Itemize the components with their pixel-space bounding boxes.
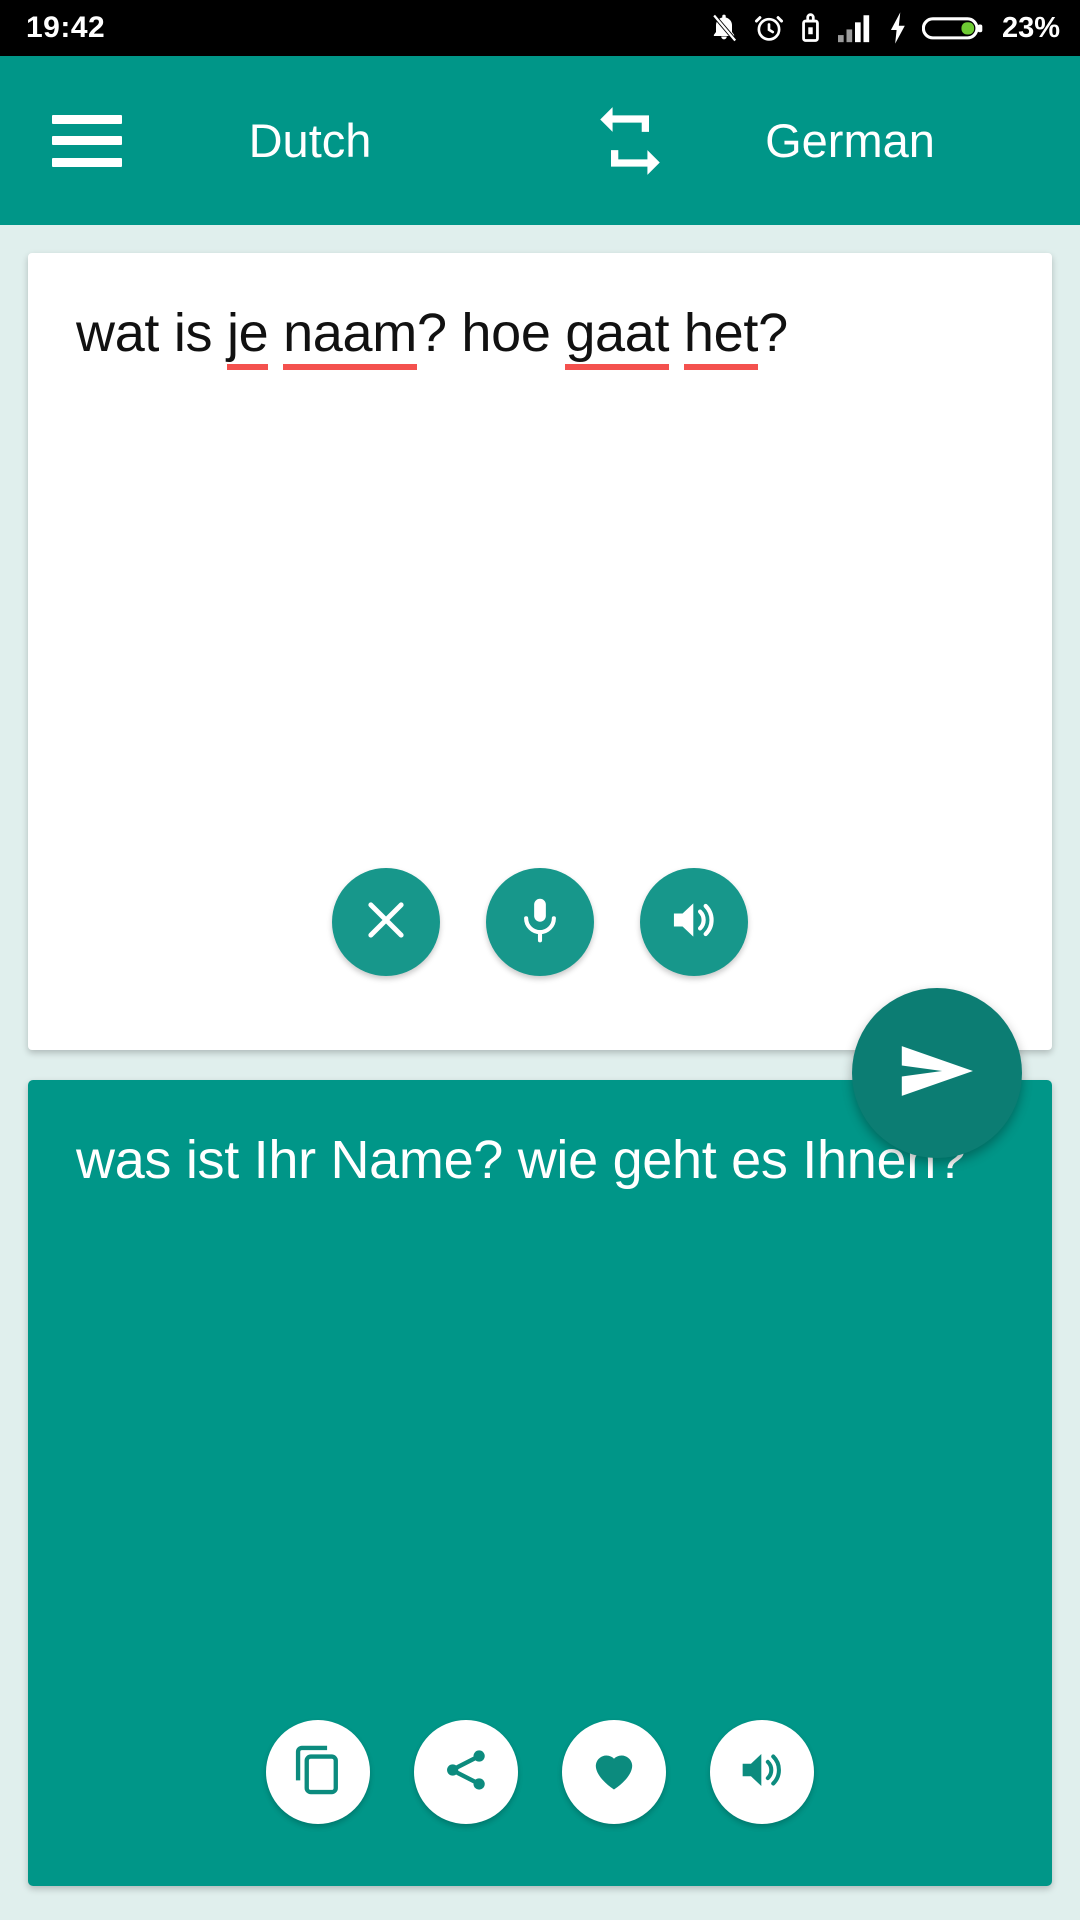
translation-action-bar	[28, 1720, 1052, 1824]
clear-button[interactable]	[332, 868, 440, 976]
listen-source-button[interactable]	[640, 868, 748, 976]
misspelled-word: gaat	[565, 303, 670, 370]
target-language-selector[interactable]: German	[700, 113, 1000, 168]
source-text-input[interactable]: wat is je naam? hoe gaat het?	[76, 301, 1012, 370]
swap-languages-icon[interactable]	[588, 99, 672, 183]
status-time: 19:42	[26, 11, 106, 44]
source-text-value: wat is je naam? hoe gaat het?	[76, 303, 788, 370]
close-icon	[358, 892, 414, 953]
send-icon	[893, 1027, 981, 1120]
hamburger-bar	[52, 136, 122, 145]
share-icon	[441, 1745, 491, 1800]
microphone-button[interactable]	[486, 868, 594, 976]
status-bar: 19:42 23%	[0, 0, 1080, 56]
battery-percent-label: 23%	[1001, 11, 1060, 44]
alarm-icon	[753, 11, 785, 45]
copy-icon	[292, 1744, 344, 1801]
battery-icon	[921, 11, 984, 45]
listen-target-button[interactable]	[710, 1720, 814, 1824]
charging-bolt-icon	[887, 11, 909, 45]
microphone-icon	[514, 894, 566, 951]
bell-off-icon	[708, 11, 740, 45]
translation-text: was ist Ihr Name? wie geht es Ihnen?	[76, 1130, 966, 1190]
favorite-button[interactable]	[562, 1720, 666, 1824]
source-text-card[interactable]: wat is je naam? hoe gaat het?	[28, 253, 1052, 1050]
source-action-bar	[28, 868, 1052, 976]
send-button[interactable]	[852, 988, 1022, 1158]
translation-result-card[interactable]: was ist Ihr Name? wie geht es Ihnen?	[28, 1080, 1052, 1886]
hamburger-menu-icon[interactable]	[52, 114, 122, 167]
copy-button[interactable]	[266, 1720, 370, 1824]
heart-icon	[588, 1744, 640, 1801]
share-button[interactable]	[414, 1720, 518, 1824]
hamburger-bar	[52, 157, 122, 167]
app-toolbar: Dutch German	[0, 56, 1080, 225]
misspelled-word: naam	[283, 303, 417, 370]
hamburger-bar	[52, 114, 122, 124]
misspelled-word: het	[683, 303, 758, 370]
source-language-selector[interactable]: Dutch	[170, 113, 450, 168]
usb-lock-icon	[798, 11, 823, 45]
status-icons: 23%	[708, 11, 1060, 45]
volume-icon	[666, 892, 722, 953]
misspelled-word: je	[226, 303, 269, 370]
signal-icon	[836, 11, 874, 45]
volume-icon	[735, 1743, 789, 1802]
